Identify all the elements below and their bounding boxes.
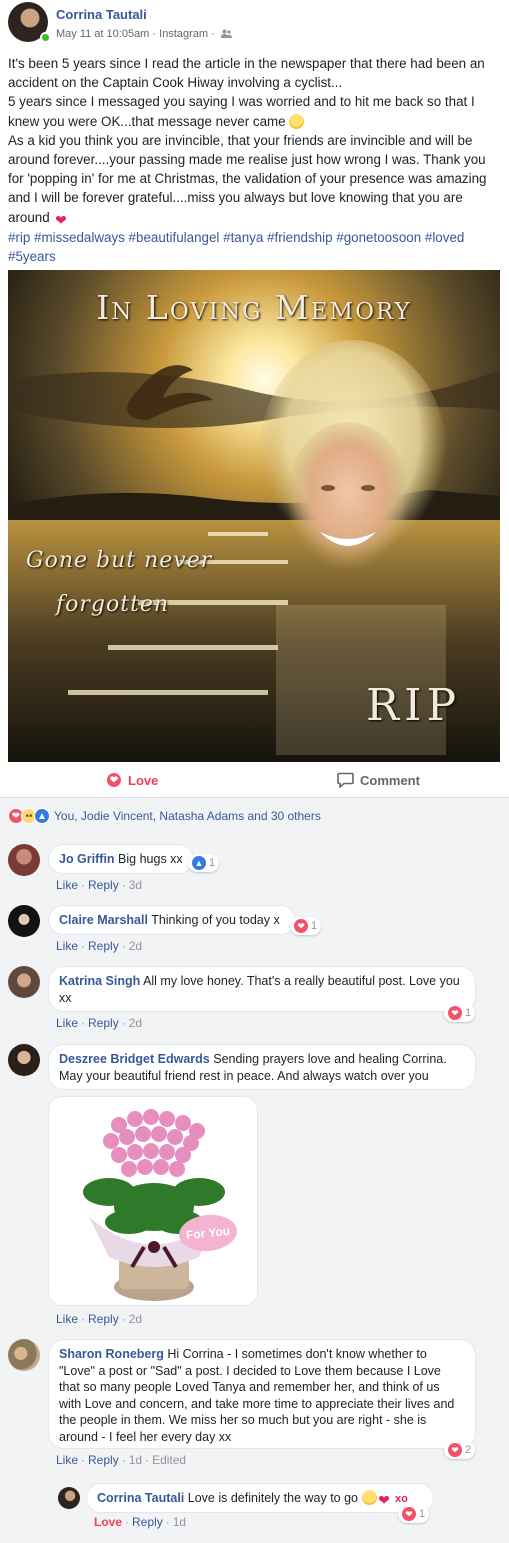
post-line-3: As a kid you think you are invincible, t… [8, 132, 487, 228]
commenter-name[interactable]: Deszree Bridget Edwards [59, 1052, 210, 1066]
smiling-face-icon [361, 1490, 377, 1505]
commenter-avatar[interactable] [8, 966, 40, 998]
comment-reaction-count[interactable]: ▲ 1 [188, 854, 220, 872]
comment-text: Hi Corrina - I sometimes don't know whet… [59, 1347, 455, 1444]
comment-time[interactable]: 2d [129, 1312, 142, 1326]
comment-item: Katrina Singh All my love honey. That's … [8, 966, 498, 1038]
commenter-name[interactable]: Claire Marshall [59, 913, 148, 927]
comment-item: Sharon Roneberg Hi Corrina - I sometimes… [8, 1339, 498, 1474]
commenter-name[interactable]: Corrina Tautali [97, 1491, 184, 1505]
comment-icon [337, 772, 354, 788]
comment-text: Love is definitely the way to go [187, 1491, 359, 1505]
comment-footer: Like · Reply · 3d [56, 878, 143, 892]
commenter-name[interactable]: Sharon Roneberg [59, 1347, 164, 1361]
friends-audience-icon[interactable] [220, 29, 232, 38]
comment-button[interactable]: Comment [337, 772, 420, 788]
memorial-photo[interactable]: In Loving Memory Gone but never forgotte… [8, 270, 500, 762]
comment-time[interactable]: 3d [129, 878, 142, 892]
reply-link[interactable]: Reply [88, 1016, 119, 1030]
commenter-avatar[interactable] [8, 1044, 40, 1076]
commenter-avatar[interactable] [8, 844, 40, 876]
post-source[interactable]: Instagram [159, 28, 208, 40]
comment-item: Jo Griffin Big hugs xx ▲ 1 Like · Reply · 3d [8, 844, 498, 900]
comment-reaction-count[interactable]: ❤ 1 [444, 1004, 476, 1022]
love-reaction-icon: ❤ [402, 1507, 416, 1521]
comment-bubble: Deszree Bridget Edwards Sending prayers … [48, 1044, 476, 1090]
post-card: Corrina Tautali May 11 at 10:05am · Inst… [0, 0, 509, 798]
reactions-summary-text[interactable]: You, Jodie Vincent, Natasha Adams and 30… [54, 809, 321, 823]
comment-footer: Like · Reply · 1d · Edited [56, 1453, 187, 1467]
reply-link[interactable]: Reply [132, 1515, 163, 1529]
comment-bubble: Jo Griffin Big hugs xx [48, 844, 194, 874]
commenter-avatar[interactable] [8, 905, 40, 937]
comment-footer: Like · Reply · 2d [56, 939, 143, 953]
comment-item: Deszree Bridget Edwards Sending prayers … [8, 1044, 498, 1334]
comment-footer: Love · Reply · 1d [94, 1515, 187, 1529]
comment-time[interactable]: 2d [129, 939, 142, 953]
image-title-text: In Loving Memory [96, 288, 412, 327]
reply-link[interactable]: Reply [88, 939, 119, 953]
post-header: Corrina Tautali May 11 at 10:05am · Inst… [8, 2, 498, 46]
post-line-1: It's been 5 years since I read the artic… [8, 56, 485, 91]
comment-text: Big hugs xx [118, 852, 183, 866]
comment-time[interactable]: 1d [173, 1515, 186, 1529]
reactions-summary[interactable]: ❤ •• ▲ You, Jodie Vincent, Natasha Adams… [8, 808, 321, 824]
love-reaction-icon: ❤ [448, 1443, 462, 1457]
comment-bubble: Katrina Singh All my love honey. That's … [48, 966, 476, 1012]
love-reaction-icon: ❤ [448, 1006, 462, 1020]
commenter-avatar[interactable] [8, 1339, 40, 1371]
comment-text: Thinking of you today x [151, 913, 280, 927]
image-line1-text: Gone but never [26, 548, 213, 573]
post-date[interactable]: May 11 at 10:05am [56, 28, 149, 40]
post-action-bar: ❤ Love Comment [0, 764, 509, 798]
comment-time[interactable]: 1d [129, 1453, 142, 1467]
post-body: It's been 5 years since I read the artic… [8, 54, 500, 266]
like-link[interactable]: Like [56, 1453, 78, 1467]
online-status-icon [40, 32, 51, 43]
love-link[interactable]: Love [94, 1515, 122, 1529]
post-line-2: 5 years since I messaged you saying I wa… [8, 94, 475, 129]
like-link[interactable]: Like [56, 1312, 78, 1326]
comment-image[interactable]: For You [48, 1096, 258, 1306]
relieved-face-icon [289, 113, 305, 129]
reply-item: Corrina Tautali Love is definitely the w… [58, 1483, 498, 1533]
reply-link[interactable]: Reply [88, 878, 119, 892]
reply-link[interactable]: Reply [88, 1312, 119, 1326]
post-hashtags[interactable]: #rip #missedalways #beautifulangel #tany… [8, 228, 500, 266]
comment-bubble: Corrina Tautali Love is definitely the w… [86, 1483, 434, 1513]
like-reaction-icon: ▲ [192, 856, 206, 870]
reply-link[interactable]: Reply [88, 1453, 119, 1467]
comment-bubble: Sharon Roneberg Hi Corrina - I sometimes… [48, 1339, 476, 1449]
like-link[interactable]: Like [56, 1016, 78, 1030]
commenter-name[interactable]: Katrina Singh [59, 974, 140, 988]
like-reaction-icon: ▲ [34, 808, 50, 824]
like-link[interactable]: Like [56, 878, 78, 892]
comment-reaction-count[interactable]: ❤ 1 [290, 917, 322, 935]
love-icon: ❤ [106, 772, 122, 788]
author-name[interactable]: Corrina Tautali [56, 7, 147, 22]
heart-icon: ❤ [378, 1492, 390, 1508]
heart-icon: ❤ [55, 211, 67, 228]
commenter-avatar[interactable] [58, 1487, 80, 1509]
comment-bubble: Claire Marshall Thinking of you today x [48, 905, 296, 935]
image-line2-text: forgotten [56, 592, 170, 617]
comment-reaction-count[interactable]: ❤ 2 [444, 1441, 476, 1459]
comment-suffix: xo [394, 1493, 408, 1505]
flower-bouquet-image [83, 1109, 225, 1301]
commenter-name[interactable]: Jo Griffin [59, 852, 115, 866]
comments-section: ❤ •• ▲ You, Jodie Vincent, Natasha Adams… [0, 798, 509, 1543]
love-button[interactable]: ❤ Love [106, 772, 158, 788]
comment-time[interactable]: 2d [129, 1016, 142, 1030]
post-meta: May 11 at 10:05am · Instagram · [56, 28, 232, 40]
comment-footer: Like · Reply · 2d [56, 1312, 143, 1326]
comment-reaction-count[interactable]: ❤ 1 [398, 1505, 430, 1523]
comment-footer: Like · Reply · 2d [56, 1016, 143, 1030]
like-link[interactable]: Like [56, 939, 78, 953]
comment-item: Claire Marshall Thinking of you today x … [8, 905, 498, 961]
edited-label[interactable]: Edited [152, 1453, 186, 1467]
love-reaction-icon: ❤ [294, 919, 308, 933]
image-rip-text: RIP [366, 680, 462, 731]
